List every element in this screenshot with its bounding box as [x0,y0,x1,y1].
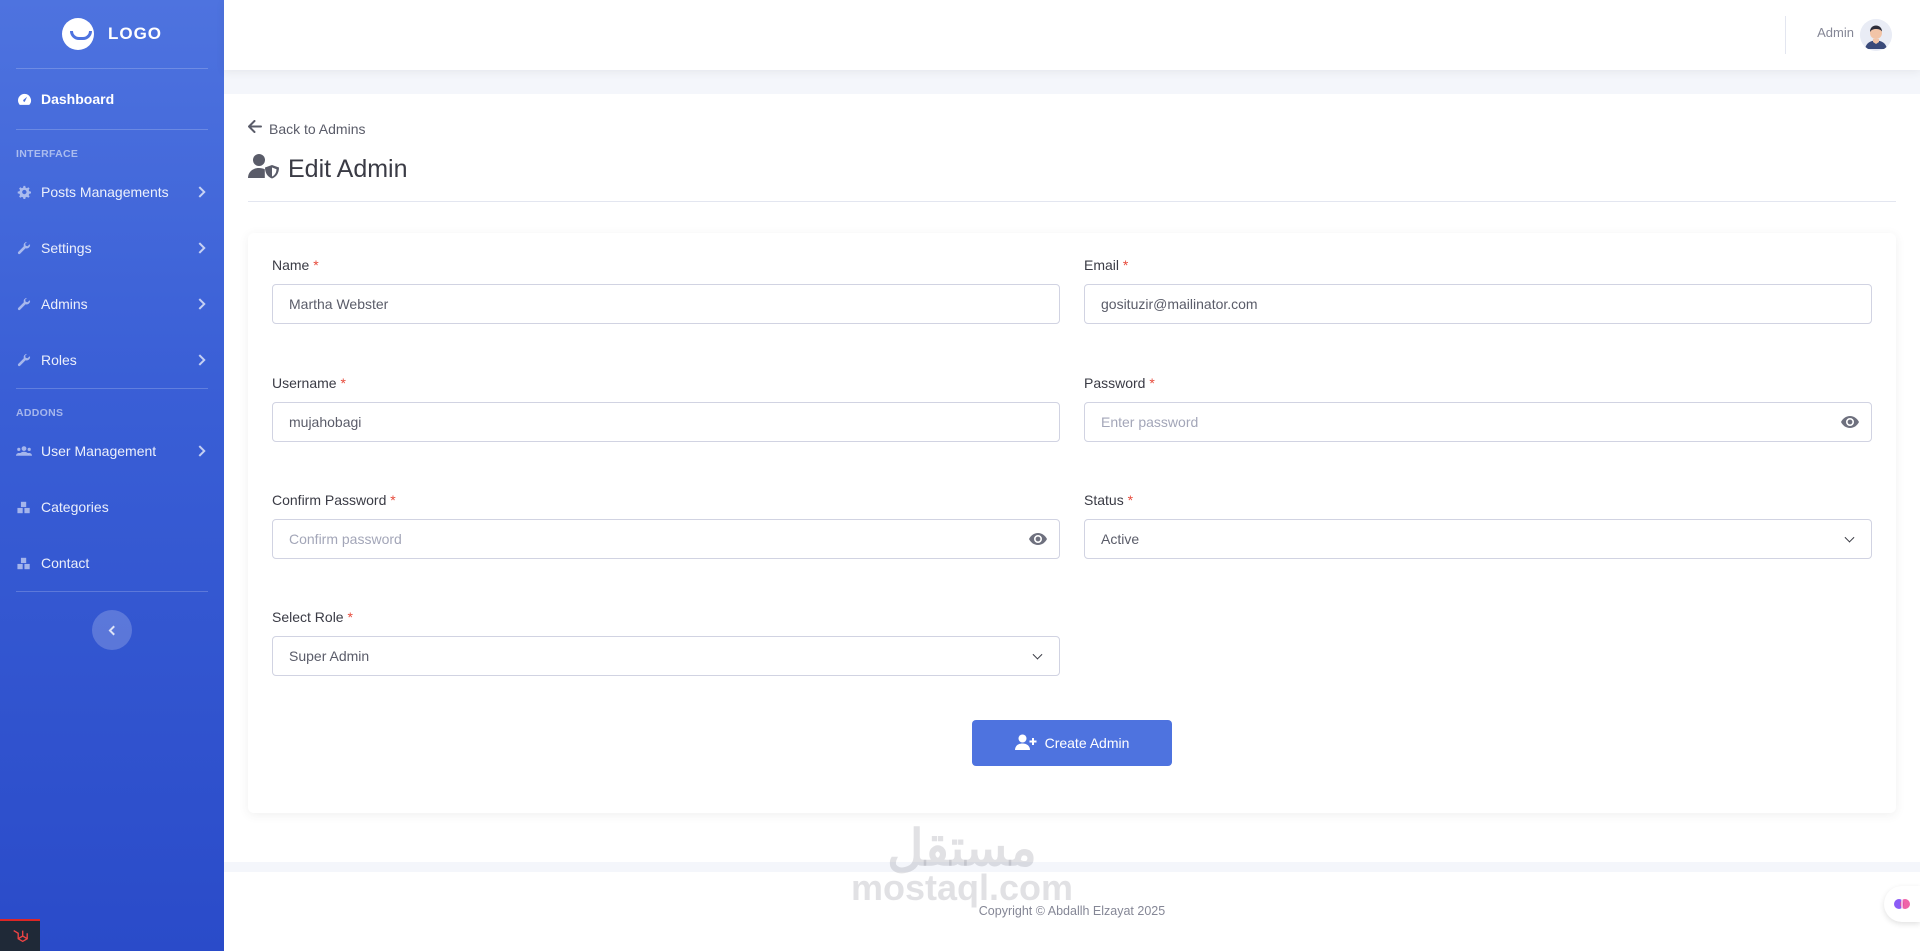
page-title-text: Edit Admin [288,155,408,183]
sidebar-item-categories[interactable]: Categories [0,479,224,535]
users-icon [16,443,32,459]
main-content: Back to Admins Edit Admin Name * Martha … [224,94,1920,862]
name-field-group: Name * Martha Webster [272,257,1060,324]
laravel-debugbar-icon[interactable] [0,919,40,951]
page-title: Edit Admin [248,153,408,186]
email-label: Email * [1084,257,1129,273]
cog-icon [16,184,32,200]
role-select[interactable]: Super Admin [272,636,1060,676]
chevron-right-icon [194,186,206,198]
name-label: Name * [272,257,319,273]
chevron-right-icon [194,298,206,310]
sidebar-item-dashboard[interactable]: Dashboard [0,69,224,129]
wrench-icon [16,240,32,256]
status-field-group: Status * Active [1084,492,1872,559]
cubes-icon [16,555,32,571]
sidebar-heading-interface: INTERFACE [16,148,79,160]
watermark: مستقل mostaql.com [842,818,1082,906]
brand-text: LOGO [107,24,163,43]
chevron-right-icon [194,445,206,457]
chevron-left-icon [108,625,119,635]
role-field-group: Select Role * Super Admin [272,609,1060,676]
confirm-password-field-group: Confirm Password * Confirm password [272,492,1060,559]
confirm-password-input[interactable]: Confirm password [272,519,1060,559]
sidebar-heading-addons: ADDONS [16,407,64,419]
username-field-group: Username * mujahobagi [272,375,1060,442]
title-divider [248,201,1896,202]
create-admin-label: Create Admin [1044,735,1130,751]
tachometer-icon [16,91,32,107]
sidebar-item-label: Roles [41,352,77,368]
email-field-group: Email * gosituzir@mailinator.com [1084,257,1872,324]
confirm-password-label: Confirm Password * [272,492,396,508]
email-input[interactable]: gosituzir@mailinator.com [1084,284,1872,324]
smile-logo-icon [61,18,94,50]
password-label: Password * [1084,375,1155,391]
status-select[interactable]: Active [1084,519,1872,559]
sidebar-item-label: User Management [41,443,157,459]
eye-icon[interactable] [1029,533,1047,545]
chevron-down-icon [1844,532,1855,543]
topbar-divider [1785,16,1786,54]
sidebar-item-settings[interactable]: Settings [0,220,224,276]
back-to-admins-link[interactable]: Back to Admins [248,120,366,138]
password-input[interactable]: Enter password [1084,402,1872,442]
name-input[interactable]: Martha Webster [272,284,1060,324]
sidebar-divider [16,591,208,592]
sidebar-item-contact[interactable]: Contact [0,535,224,591]
avatar[interactable] [1860,19,1892,51]
back-link-label: Back to Admins [269,121,366,137]
password-field-group: Password * Enter password [1084,375,1872,442]
sidebar-toggle-button[interactable] [92,610,132,650]
brain-extension-icon[interactable] [1884,886,1920,922]
eye-icon[interactable] [1841,416,1859,428]
sidebar-item-posts-managements[interactable]: Posts Managements [0,164,224,220]
sidebar-item-label: Contact [41,555,90,571]
wrench-icon [16,352,32,368]
sidebar: LOGO Dashboard INTERFACE Posts Managemen… [0,0,224,951]
username-input[interactable]: mujahobagi [272,402,1060,442]
username-label: Username * [272,375,346,391]
sidebar-item-label: Settings [41,240,92,256]
topbar: Admin [224,0,1920,70]
create-admin-button[interactable]: Create Admin [972,720,1172,766]
topbar-user-name[interactable]: Admin [1817,25,1854,40]
user-plus-icon [1014,734,1037,753]
sidebar-item-admins[interactable]: Admins [0,276,224,332]
sidebar-item-label: Categories [41,499,109,515]
chevron-right-icon [194,242,206,254]
user-shield-icon [248,153,280,186]
status-label: Status * [1084,492,1134,508]
sidebar-item-roles[interactable]: Roles [0,332,224,388]
role-label: Select Role * [272,609,353,625]
chevron-right-icon [194,354,206,366]
arrow-left-icon [248,120,262,138]
sidebar-item-label: Admins [41,296,88,312]
brand[interactable]: LOGO [0,0,224,68]
chevron-down-icon [1032,649,1043,660]
wrench-icon [16,296,32,312]
edit-admin-form-card: Name * Martha Webster Email * gosituzir@… [248,233,1896,813]
sidebar-item-label: Posts Managements [41,184,169,200]
cubes-icon [16,499,32,515]
sidebar-item-label: Dashboard [41,91,115,107]
sidebar-item-user-management[interactable]: User Management [0,423,224,479]
watermark-latin: mostaql.com [850,867,1074,908]
